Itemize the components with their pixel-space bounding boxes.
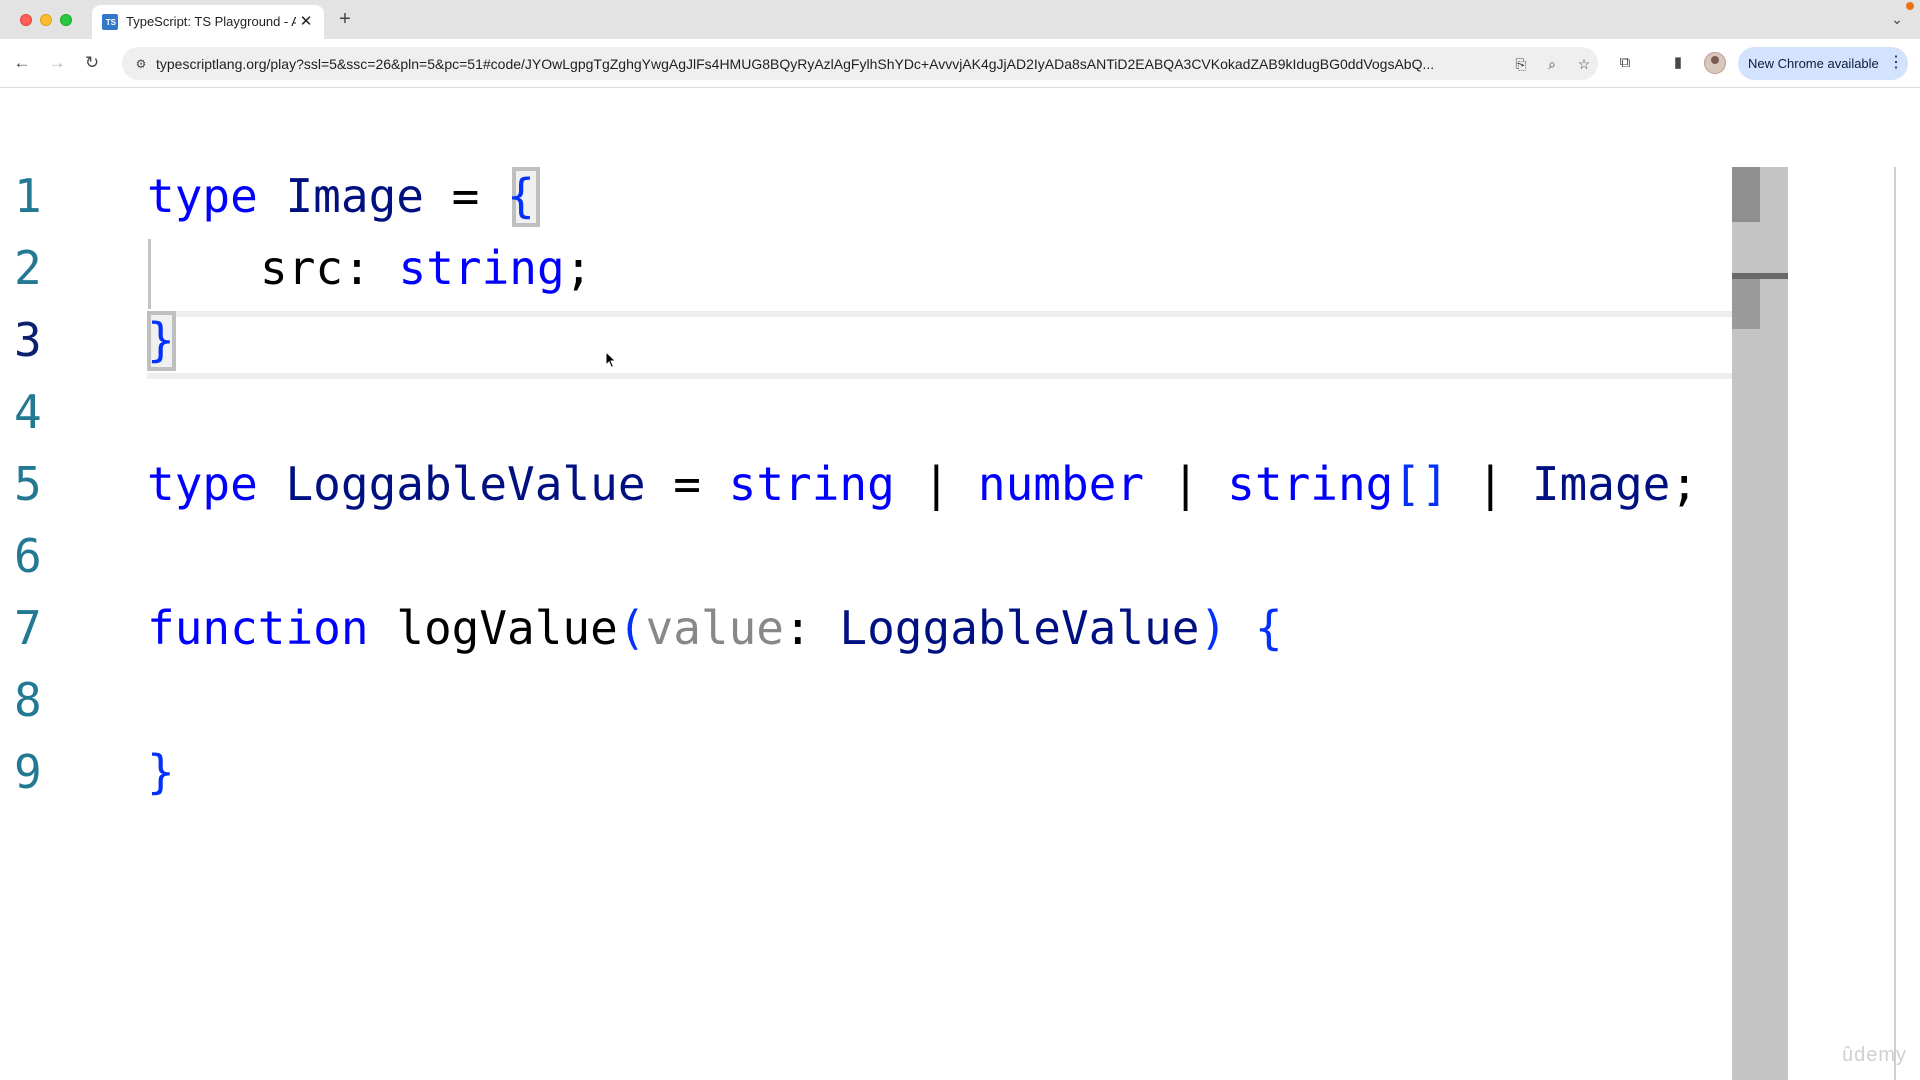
paren: ) <box>1199 601 1228 655</box>
function-name: logValue <box>396 601 618 655</box>
bookmark-star-icon[interactable]: ☆ <box>1574 54 1594 74</box>
operator: | <box>1476 457 1505 511</box>
line-number: 7 <box>14 601 42 655</box>
extensions-icon[interactable]: ⧉ <box>1614 52 1636 74</box>
brace: } <box>147 745 175 799</box>
indent-guide <box>148 239 151 309</box>
scrollbar-thumb[interactable] <box>1732 167 1760 222</box>
punctuation: ; <box>1670 457 1699 511</box>
editor-scrollbar[interactable] <box>1732 167 1788 1080</box>
code-line-9: } <box>147 742 175 802</box>
minimize-window-button[interactable] <box>40 14 52 26</box>
parameter: value <box>645 601 785 655</box>
keyword: function <box>147 601 369 655</box>
line-number: 8 <box>14 673 42 727</box>
close-window-button[interactable] <box>20 14 32 26</box>
update-label: New Chrome available <box>1748 56 1879 71</box>
udemy-watermark: ûdemy <box>1842 1044 1908 1066</box>
line-number: 6 <box>14 529 42 583</box>
install-app-icon[interactable]: ⎘ <box>1511 54 1531 74</box>
type-name: Image <box>285 169 424 223</box>
brace: { <box>1254 601 1283 655</box>
reload-button[interactable]: ↻ <box>80 51 104 75</box>
type-keyword: number <box>977 457 1145 511</box>
notification-dot <box>1906 2 1914 10</box>
operator: | <box>1171 457 1200 511</box>
property: src <box>260 241 344 295</box>
type-keyword: string <box>1227 457 1394 511</box>
keyword: type <box>147 457 258 511</box>
new-chrome-available-button[interactable]: New Chrome available ⋮ <box>1738 47 1908 80</box>
close-tab-icon[interactable]: ✕ <box>297 13 315 31</box>
type-keyword: string <box>728 457 895 511</box>
back-button[interactable]: ← <box>10 51 34 75</box>
address-bar[interactable]: ⚙ typescriptlang.org/play?ssl=5&ssc=26&p… <box>122 47 1598 80</box>
fullscreen-window-button[interactable] <box>60 14 72 26</box>
code-line-1: type Image = { <box>147 166 535 226</box>
type-name: Image <box>1531 457 1671 511</box>
new-tab-button[interactable]: + <box>335 9 355 29</box>
code-line-7: function logValue(value: LoggableValue) … <box>147 598 1283 658</box>
paren: ( <box>617 601 646 655</box>
type-name: LoggableValue <box>285 457 646 511</box>
punctuation: : <box>343 241 371 295</box>
line-number: 5 <box>14 457 42 511</box>
type-name: LoggableValue <box>839 601 1200 655</box>
brackets: [] <box>1393 457 1449 511</box>
profile-avatar[interactable] <box>1704 52 1726 74</box>
code-editor[interactable]: 1 2 3 4 5 6 7 8 9 type Image = { src: st… <box>0 89 1920 1080</box>
tab-search-icon[interactable]: ⌄ <box>1888 10 1906 28</box>
line-number-active: 3 <box>14 313 42 367</box>
side-panel-icon[interactable]: ▮ <box>1667 52 1689 74</box>
zoom-icon[interactable]: ⌕ <box>1542 54 1562 74</box>
forward-button[interactable]: → <box>45 51 69 75</box>
line-number: 9 <box>14 745 42 799</box>
typescript-favicon-icon: TS <box>102 14 118 30</box>
punctuation: : <box>784 601 812 655</box>
browser-toolbar: ← → ↻ ⚙ typescriptlang.org/play?ssl=5&ss… <box>0 39 1920 88</box>
vertical-divider <box>1894 167 1896 1080</box>
code-line-3: } <box>147 310 175 370</box>
operator: | <box>922 457 951 511</box>
scrollbar-highlight <box>1732 279 1760 329</box>
brace: } <box>147 313 175 367</box>
punctuation: ; <box>564 241 593 295</box>
code-line-2: src: string; <box>260 238 592 298</box>
operator: = <box>673 457 701 511</box>
chrome-menu-icon[interactable]: ⋮ <box>1888 53 1904 73</box>
tab-title: TypeScript: TS Playground - A <box>126 14 296 29</box>
site-info-icon[interactable]: ⚙ <box>132 55 150 73</box>
tab-strip: TS TypeScript: TS Playground - A ✕ + ⌄ <box>0 0 1920 39</box>
keyword: type <box>147 169 258 223</box>
operator: = <box>451 169 480 223</box>
line-number: 2 <box>14 241 42 295</box>
line-number: 4 <box>14 385 42 439</box>
line-number: 1 <box>14 169 42 223</box>
url-text[interactable]: typescriptlang.org/play?ssl=5&ssc=26&pln… <box>156 55 1496 73</box>
current-line-highlight <box>147 311 1787 379</box>
tab-typescript-playground[interactable]: TS TypeScript: TS Playground - A ✕ <box>92 5 324 39</box>
code-line-5: type LoggableValue = string | number | s… <box>147 454 1698 514</box>
type-keyword: string <box>398 241 565 295</box>
brace: { <box>507 169 535 223</box>
